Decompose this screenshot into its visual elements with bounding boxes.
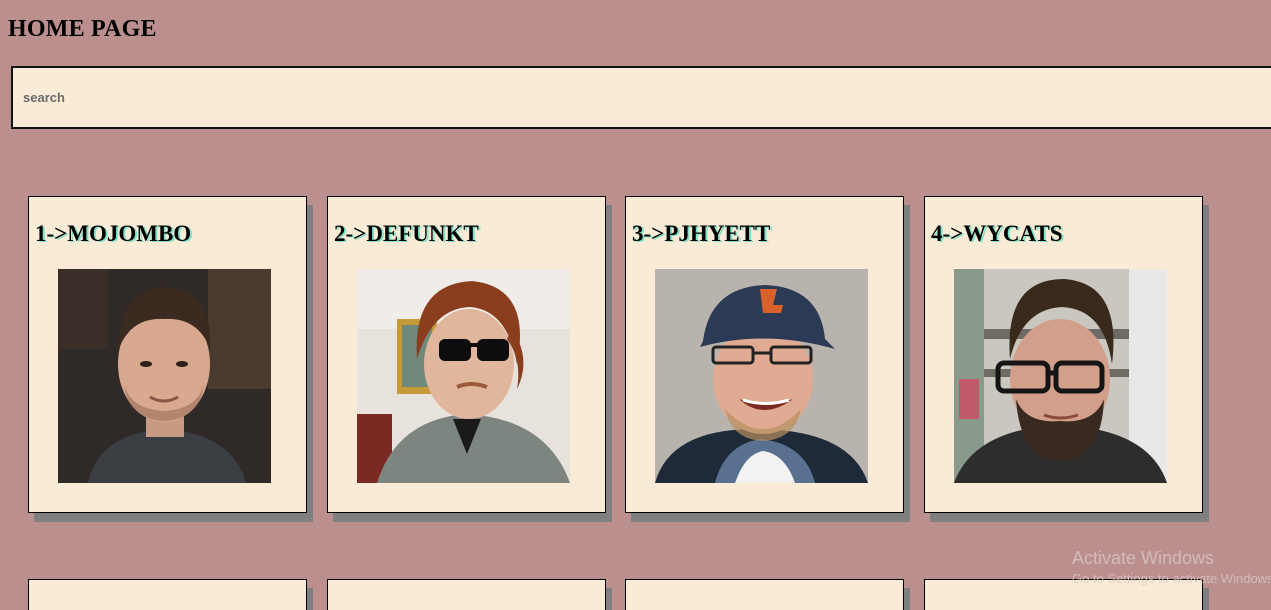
avatar-image xyxy=(357,269,570,483)
avatar-image xyxy=(655,269,868,483)
user-card[interactable] xyxy=(327,579,606,610)
user-card[interactable]: 1->MOJOMBO xyxy=(28,196,307,513)
user-card-title: 1->MOJOMBO xyxy=(35,221,192,246)
user-card-title: 3->PJHYETT xyxy=(632,221,771,246)
avatar-image xyxy=(58,269,271,483)
user-card-title: 4->WYCATS xyxy=(931,221,1063,246)
user-card[interactable]: 2->DEFUNKT xyxy=(327,196,606,513)
user-avatar[interactable] xyxy=(58,269,271,483)
search-input[interactable] xyxy=(11,66,1271,129)
page: HOME PAGE 1->MOJOMBO 2->DEFUNKT xyxy=(0,0,1271,610)
avatar-image xyxy=(954,269,1167,483)
watermark-title: Activate Windows xyxy=(1072,548,1215,568)
watermark-subtitle: Go to Settings to activate Windows. xyxy=(1072,571,1271,586)
page-title: HOME PAGE xyxy=(8,16,157,42)
user-avatar[interactable] xyxy=(954,269,1167,483)
user-avatar[interactable] xyxy=(655,269,868,483)
user-card[interactable] xyxy=(625,579,904,610)
user-card[interactable] xyxy=(28,579,307,610)
user-card-title: 2->DEFUNKT xyxy=(334,221,479,246)
user-card[interactable]: 4->WYCATS xyxy=(924,196,1203,513)
activate-windows-watermark: Activate Windows Go to Settings to activ… xyxy=(1072,548,1271,586)
user-card[interactable]: 3->PJHYETT xyxy=(625,196,904,513)
user-avatar[interactable] xyxy=(357,269,570,483)
